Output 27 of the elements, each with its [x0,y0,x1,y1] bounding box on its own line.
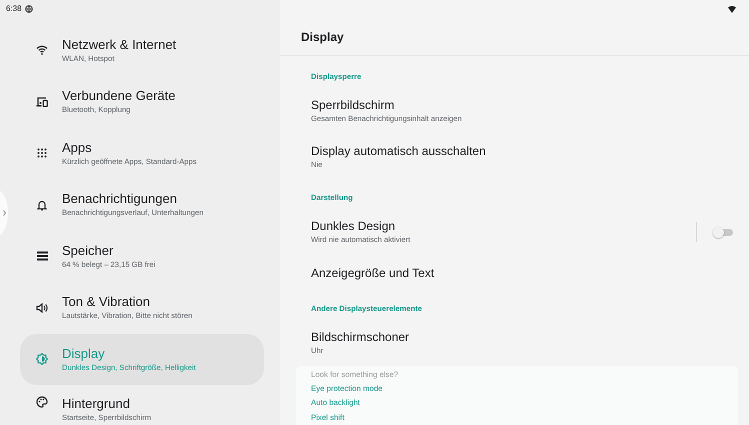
wifi-icon [36,45,48,56]
devices-icon [36,96,48,107]
row-title: Display automatisch ausschalten [311,144,487,159]
grid-icon [37,148,47,158]
wifi-signal-icon [728,6,736,12]
toggle-switch[interactable] [713,227,733,237]
status-time: 6:38 [6,4,22,14]
storage-icon [36,251,48,262]
row-title: Sperrbildschirm [311,98,396,113]
nav-item-title: Speicher [62,242,114,259]
row-title: Bildschirmschoner [311,330,410,345]
page-title: Display [280,18,749,56]
nav-item-title: Apps [62,140,93,156]
nav-item-title: Netzwerk & Internet [62,36,176,53]
speaker-icon [36,302,48,313]
nav-item-title: Verbundene Geräte [62,88,176,104]
nav-item-title: Ton & Vibration [62,294,151,310]
bell-icon [37,198,47,211]
brightness-icon [36,353,48,366]
nav-item-title: Benachrichtigungen [62,191,178,208]
nav-item-title: Display [62,346,106,362]
nav-item-title: Hintergrund [62,396,131,412]
settings-row[interactable]: Anzeigegröße und Text [280,255,749,291]
row-title: Dunkles Design [311,219,396,234]
row-title: Anzeigegröße und Text [311,266,436,280]
palette-icon [36,396,48,408]
globe-icon [24,4,33,13]
